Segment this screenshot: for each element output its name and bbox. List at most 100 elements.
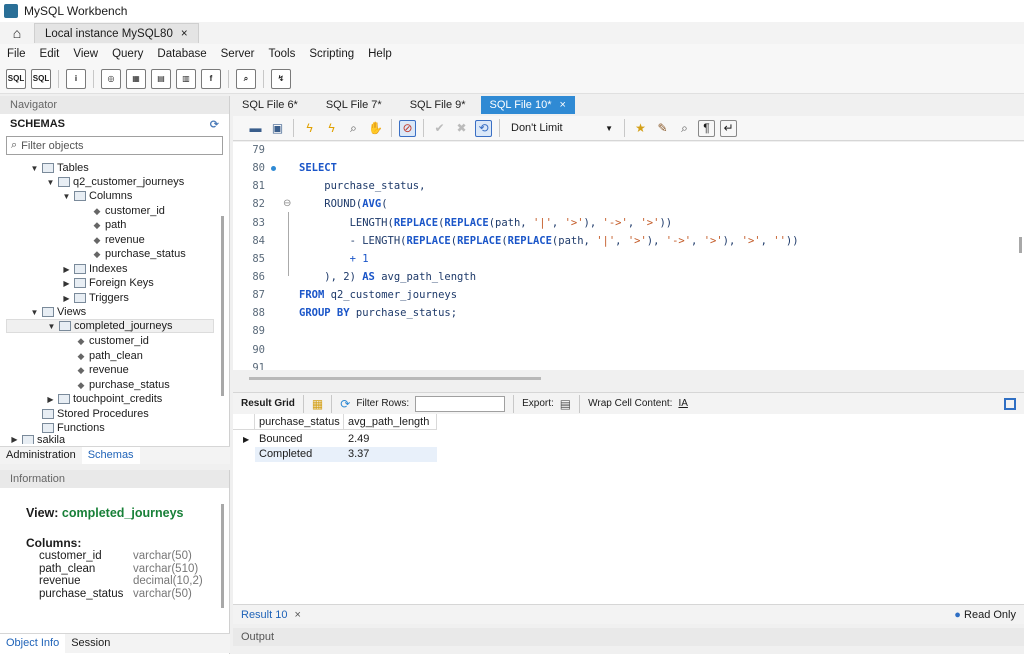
toggle-sidebar-icon[interactable] bbox=[1004, 397, 1016, 410]
tree-node-column[interactable]: ◆ revenue bbox=[76, 363, 129, 377]
expand-arrow-icon[interactable]: ▶ bbox=[62, 265, 71, 274]
tree-node-column[interactable]: ◆ path_clean bbox=[76, 349, 143, 363]
instance-tab-close-icon[interactable]: × bbox=[181, 28, 188, 40]
grid-cell[interactable]: Bounced bbox=[255, 432, 302, 447]
menu-tools[interactable]: Tools bbox=[262, 48, 303, 60]
collapse-arrow-icon[interactable]: ▼ bbox=[30, 308, 39, 317]
close-tab-icon[interactable]: × bbox=[560, 96, 566, 114]
tree-node-views[interactable]: ▼ Views bbox=[30, 305, 87, 319]
collapse-arrow-icon[interactable]: ▼ bbox=[30, 164, 39, 173]
tab-sql-file-10[interactable]: SQL File 10* × bbox=[480, 96, 575, 114]
beautify-icon[interactable]: ✎ bbox=[654, 120, 671, 137]
editor-horizontal-scrollbar[interactable] bbox=[249, 377, 541, 380]
grid-header-purchase-status[interactable]: purchase_status bbox=[255, 414, 344, 430]
collapse-arrow-icon[interactable]: ▼ bbox=[47, 322, 56, 331]
search-table-data-icon[interactable]: ⌕ bbox=[236, 68, 256, 89]
home-icon[interactable]: ⌂ bbox=[0, 25, 34, 41]
filter-objects-input[interactable]: ⌕ Filter objects bbox=[6, 136, 223, 155]
execute-current-icon[interactable]: ϟ bbox=[323, 120, 340, 137]
tree-node-stored-procedures[interactable]: Stored Procedures bbox=[42, 407, 149, 421]
reconnect-icon[interactable]: ↯ bbox=[271, 68, 291, 89]
tree-node-column[interactable]: ◆ customer_id bbox=[76, 334, 149, 348]
wrap-cell-icon[interactable]: IA bbox=[678, 398, 687, 409]
grid-cell[interactable]: 2.49 bbox=[344, 432, 369, 447]
menu-view[interactable]: View bbox=[66, 48, 105, 60]
tab-sql-file-6[interactable]: SQL File 6* bbox=[233, 96, 307, 114]
result-grid-label[interactable]: Result Grid bbox=[241, 398, 295, 409]
instance-tab[interactable]: Local instance MySQL80 × bbox=[34, 23, 199, 43]
create-table-icon[interactable]: ▦ bbox=[126, 68, 146, 89]
tab-result-10[interactable]: Result 10 × bbox=[241, 609, 301, 621]
create-function-icon[interactable]: f bbox=[201, 68, 221, 89]
tree-node-column[interactable]: ◆ purchase_status bbox=[92, 247, 186, 261]
new-sql-tab-icon[interactable]: SQL bbox=[6, 68, 26, 89]
tree-node-triggers[interactable]: ▶ Triggers bbox=[62, 291, 129, 305]
sql-editor[interactable]: 79 80 81 82 ⊖ 83 84 85 86 87 88 89 90 91… bbox=[233, 142, 1024, 370]
expand-arrow-icon[interactable]: ▶ bbox=[46, 395, 55, 404]
navigator-scrollbar[interactable] bbox=[221, 216, 224, 396]
explain-icon[interactable]: ⌕ bbox=[345, 120, 362, 137]
limit-rows-select[interactable]: Don't Limit ▼ bbox=[507, 119, 617, 137]
tree-node-completed-journeys[interactable]: ▼ completed_journeys bbox=[6, 319, 214, 333]
create-schema-icon[interactable]: ◎ bbox=[101, 68, 121, 89]
execute-icon[interactable]: ϟ bbox=[301, 120, 318, 137]
information-scrollbar[interactable] bbox=[221, 504, 224, 608]
menu-server[interactable]: Server bbox=[214, 48, 262, 60]
close-tab-icon[interactable]: × bbox=[295, 609, 301, 621]
fold-toggle-icon[interactable]: ⊖ bbox=[283, 198, 291, 209]
tree-node-columns[interactable]: ▼ Columns bbox=[62, 189, 133, 203]
tree-node-column[interactable]: ◆ purchase_status bbox=[76, 378, 170, 392]
rollback-icon[interactable]: ✖ bbox=[453, 120, 470, 137]
invisible-chars-icon[interactable]: ¶ bbox=[698, 119, 715, 137]
grid-cell[interactable]: 3.37 bbox=[344, 447, 369, 462]
tab-sql-file-9[interactable]: SQL File 9* bbox=[401, 96, 475, 114]
stop-icon[interactable]: ✋ bbox=[367, 120, 384, 137]
output-panel-header[interactable]: Output bbox=[233, 628, 1024, 646]
tree-node-column[interactable]: ◆ path bbox=[92, 218, 127, 232]
find-icon[interactable]: ⌕ bbox=[676, 120, 693, 137]
open-sql-script-icon[interactable]: SQL bbox=[31, 68, 51, 89]
commit-icon[interactable]: ✔ bbox=[431, 120, 448, 137]
expand-arrow-icon[interactable]: ▶ bbox=[62, 294, 71, 303]
grid-cell[interactable]: Completed bbox=[255, 447, 312, 462]
menu-database[interactable]: Database bbox=[150, 48, 213, 60]
tab-schemas[interactable]: Schemas bbox=[81, 447, 140, 464]
tree-node-foreign-keys[interactable]: ▶ Foreign Keys bbox=[62, 276, 153, 290]
filter-rows-input[interactable] bbox=[415, 395, 506, 412]
expand-arrow-icon[interactable]: ▶ bbox=[62, 279, 71, 288]
tab-sql-file-7[interactable]: SQL File 7* bbox=[317, 96, 391, 114]
tree-node-column[interactable]: ◆ customer_id bbox=[92, 204, 165, 218]
tree-node-tables[interactable]: ▼ Tables bbox=[30, 161, 89, 175]
tree-node-indexes[interactable]: ▶ Indexes bbox=[62, 262, 127, 276]
collapse-arrow-icon[interactable]: ▼ bbox=[46, 178, 55, 187]
tab-administration[interactable]: Administration bbox=[0, 447, 82, 464]
menu-query[interactable]: Query bbox=[105, 48, 150, 60]
inspector-icon[interactable]: i bbox=[66, 68, 86, 89]
menu-file[interactable]: File bbox=[0, 48, 33, 60]
create-procedure-icon[interactable]: ▥ bbox=[176, 68, 196, 89]
expand-arrow-icon[interactable]: ▶ bbox=[10, 435, 19, 444]
menu-help[interactable]: Help bbox=[361, 48, 399, 60]
tree-node-q2-customer-journeys[interactable]: ▼ q2_customer_journeys bbox=[46, 175, 185, 189]
collapse-arrow-icon[interactable]: ▼ bbox=[62, 192, 71, 201]
grid-header-avg-path-length[interactable]: avg_path_length bbox=[344, 414, 437, 430]
refresh-schemas-icon[interactable]: ⟳ bbox=[210, 118, 219, 131]
menu-scripting[interactable]: Scripting bbox=[302, 48, 361, 60]
grid-view-icon[interactable]: ▦ bbox=[312, 397, 323, 411]
autocommit-icon[interactable]: ⟲ bbox=[475, 119, 492, 137]
create-view-icon[interactable]: ▤ bbox=[151, 68, 171, 89]
tab-object-info[interactable]: Object Info bbox=[0, 634, 66, 653]
wrap-lines-icon[interactable]: ↵ bbox=[720, 119, 737, 137]
refresh-icon[interactable]: ⟳ bbox=[340, 397, 350, 411]
tree-node-sakila[interactable]: ▶ sakila bbox=[10, 435, 65, 444]
tab-session[interactable]: Session bbox=[65, 634, 116, 653]
toggle-stop-on-error-icon[interactable]: ⊘ bbox=[399, 119, 416, 137]
save-icon[interactable]: ▣ bbox=[269, 120, 286, 137]
tree-node-column[interactable]: ◆ revenue bbox=[92, 233, 145, 247]
open-file-icon[interactable]: ▬ bbox=[247, 120, 264, 137]
add-snippet-icon[interactable]: ★ bbox=[632, 120, 649, 137]
menu-edit[interactable]: Edit bbox=[33, 48, 67, 60]
editor-scrollbar[interactable] bbox=[1019, 237, 1022, 253]
export-icon[interactable]: ▤ bbox=[560, 397, 571, 411]
tree-node-touchpoint-credits[interactable]: ▶ touchpoint_credits bbox=[46, 392, 162, 406]
